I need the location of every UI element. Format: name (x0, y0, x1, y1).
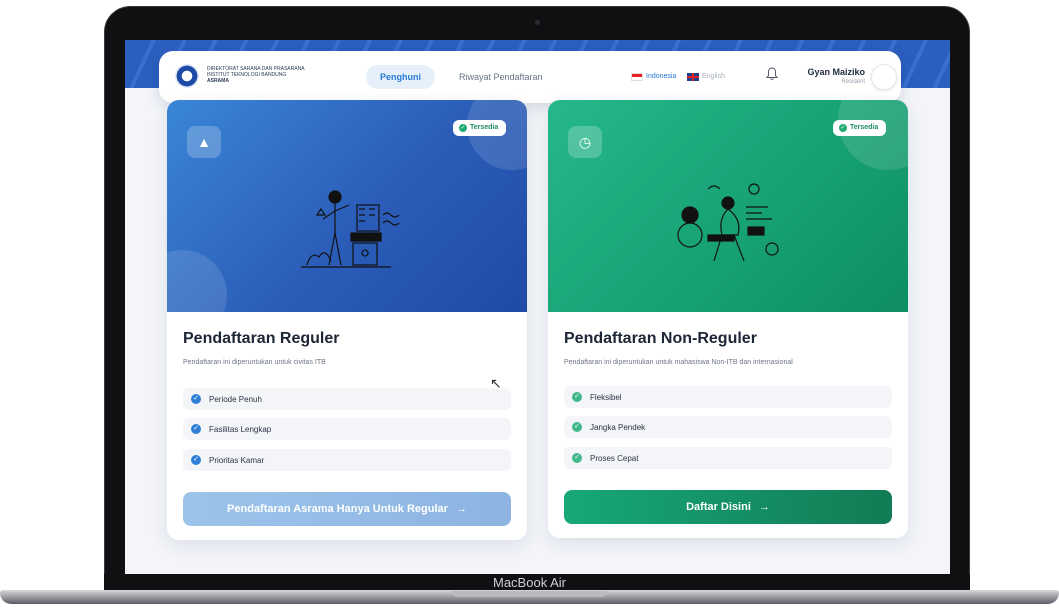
student-icon: ▲ (187, 126, 221, 158)
register-reguler-button[interactable]: Pendaftaran Asrama Hanya Untuk Regular → (183, 492, 511, 526)
check-icon: ✓ (191, 455, 201, 465)
navbar: DIREKTORAT SARANA DAN PRASARANA INSTITUT… (159, 51, 901, 103)
avatar[interactable] (871, 64, 897, 90)
itb-logo[interactable] (175, 64, 199, 88)
flag-id-icon (631, 73, 643, 81)
badge-label: Tersedia (470, 124, 499, 131)
screen: DIREKTORAT SARANA DAN PRASARANA INSTITUT… (125, 40, 950, 574)
check-icon: ✓ (459, 124, 467, 132)
language-english[interactable]: English (687, 71, 725, 83)
hero-reguler: ▲ ✓ Tersedia (167, 100, 527, 312)
language-label-en: English (702, 73, 725, 80)
tab-riwayat-pendaftaran[interactable]: Riwayat Pendaftaran (445, 65, 557, 89)
card-non-reguler: ◷ ✓ Tersedia Pendaftaran Non-Reguler Pen… (548, 100, 908, 538)
card-reguler: ▲ ✓ Tersedia Pendaftaran Reguler Pendaft… (167, 100, 527, 540)
feature-item: ✓ Jangka Pendek (564, 416, 892, 438)
arrow-right-icon: → (455, 503, 467, 515)
check-icon: ✓ (191, 394, 201, 404)
laptop-notch (452, 591, 607, 597)
check-icon: ✓ (572, 392, 582, 402)
language-indonesia[interactable]: Indonesia (631, 71, 676, 83)
arrow-right-icon: → (758, 501, 770, 513)
user-name: Gyan Maiziko (807, 67, 865, 77)
button-label: Pendaftaran Asrama Hanya Untuk Regular (227, 503, 448, 515)
user-role: Resident (841, 79, 865, 85)
feature-item: ✓ Proses Cepat (564, 447, 892, 469)
card-description: Pendaftaran ini diperuntukan untuk mahas… (564, 359, 793, 366)
check-icon: ✓ (572, 422, 582, 432)
button-label: Daftar Disini (686, 501, 751, 513)
feature-item: ✓ Fasilitas Lengkap (183, 418, 511, 440)
feature-label: Fasilitas Lengkap (209, 424, 272, 434)
decor-bubble (167, 250, 227, 312)
tab-penghuni[interactable]: Penghuni (366, 65, 435, 89)
camera (535, 20, 540, 25)
card-title: Pendaftaran Non-Reguler (564, 330, 757, 347)
card-title: Pendaftaran Reguler (183, 330, 340, 347)
status-badge: ✓ Tersedia (453, 120, 507, 136)
illustration-person-laptop (677, 183, 779, 262)
logo-text: DIREKTORAT SARANA DAN PRASARANA INSTITUT… (207, 66, 327, 84)
feature-label: Prioritas Kamar (209, 455, 265, 465)
illustration-person-laundry (301, 190, 400, 268)
feature-label: Proses Cepat (590, 453, 639, 463)
logo-line-3: ASRAMA (207, 78, 229, 84)
feature-item: ✓ Fleksibel (564, 386, 892, 408)
history-clock-icon: ◷ (568, 126, 602, 158)
register-non-reguler-button[interactable]: Daftar Disini → (564, 490, 892, 524)
hero-non-reguler: ◷ ✓ Tersedia (548, 100, 908, 312)
badge-label: Tersedia (850, 124, 879, 131)
bell-icon[interactable] (765, 67, 779, 83)
check-icon: ✓ (572, 453, 582, 463)
device-brand: MacBook Air (493, 575, 566, 590)
check-icon: ✓ (191, 424, 201, 434)
feature-item: ✓ Periode Penuh (183, 388, 511, 410)
feature-label: Fleksibel (590, 392, 622, 402)
language-label-id: Indonesia (646, 73, 677, 80)
status-badge: ✓ Tersedia (833, 120, 887, 136)
feature-label: Periode Penuh (209, 394, 262, 404)
feature-item: ✓ Prioritas Kamar (183, 449, 511, 471)
check-icon: ✓ (839, 124, 847, 132)
card-description: Pendaftaran ini diperuntukan untuk civit… (183, 359, 326, 366)
mouse-cursor-icon: ↖ (490, 375, 502, 391)
feature-label: Jangka Pendek (590, 422, 646, 432)
flag-uk-icon (687, 73, 699, 81)
